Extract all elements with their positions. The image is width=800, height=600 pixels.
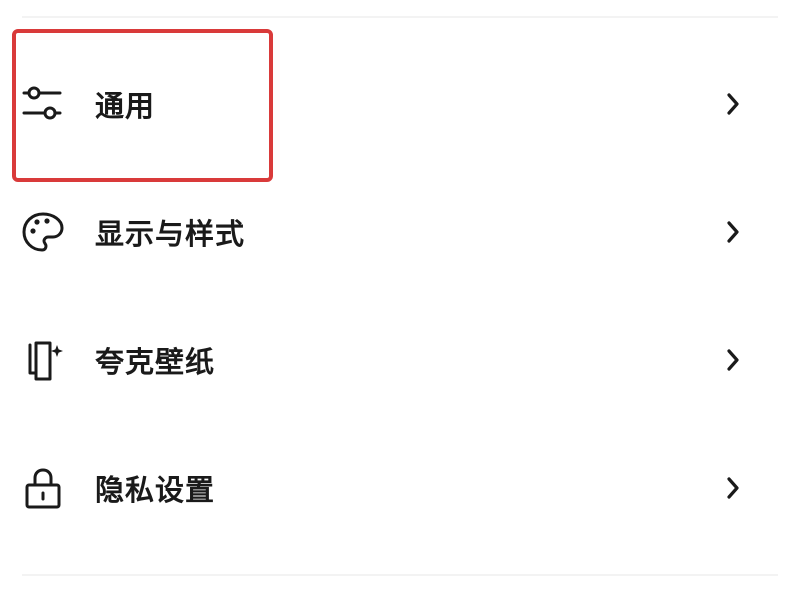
settings-item-label: 夸克壁纸 (95, 345, 216, 379)
settings-item-label: 隐私设置 (95, 473, 216, 507)
settings-menu-list: 通用 显示与样式 夸克壁纸 隐私设置 (0, 40, 800, 552)
top-divider (22, 16, 778, 18)
settings-item-display-style[interactable]: 显示与样式 (0, 168, 800, 296)
palette-icon (18, 207, 68, 257)
settings-item-label: 显示与样式 (95, 217, 246, 251)
sliders-icon (18, 79, 68, 129)
lock-icon (18, 463, 68, 513)
settings-screen: 通用 显示与样式 夸克壁纸 隐私设置 (0, 0, 800, 600)
settings-item-privacy[interactable]: 隐私设置 (0, 424, 800, 552)
settings-item-general[interactable]: 通用 (0, 40, 800, 168)
wallpaper-icon (18, 335, 68, 385)
chevron-right-icon (722, 474, 744, 502)
chevron-right-icon (722, 218, 744, 246)
settings-item-quark-wallpaper[interactable]: 夸克壁纸 (0, 296, 800, 424)
settings-item-label: 通用 (95, 89, 156, 123)
chevron-right-icon (722, 90, 744, 118)
bottom-divider (22, 574, 778, 576)
chevron-right-icon (722, 346, 744, 374)
